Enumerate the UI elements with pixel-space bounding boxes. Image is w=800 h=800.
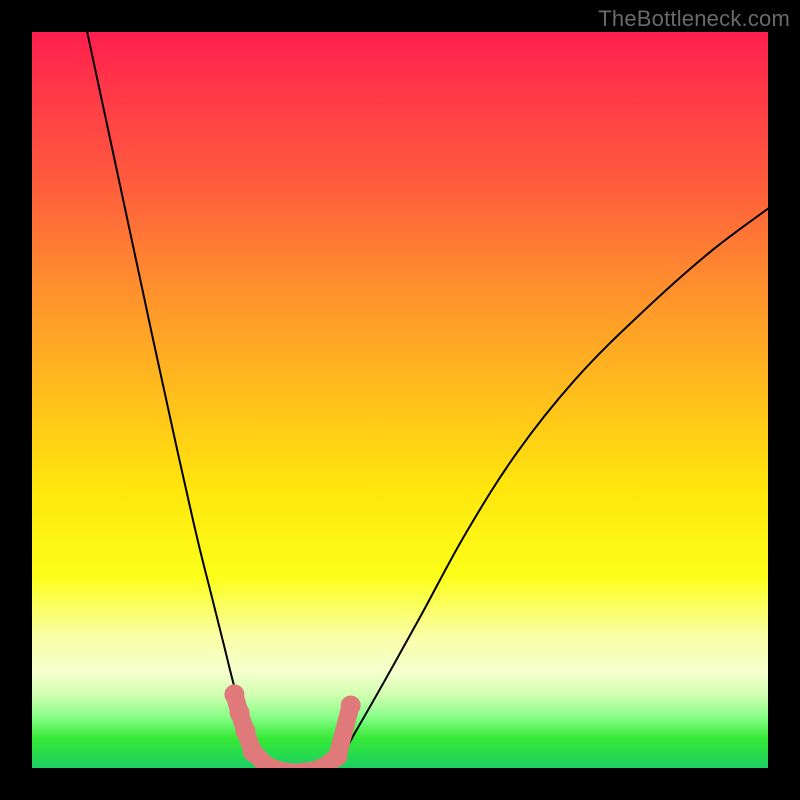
data-marker	[235, 721, 255, 741]
bottleneck-curve	[87, 32, 768, 768]
plot-area	[32, 32, 768, 768]
data-marker	[341, 695, 361, 715]
data-marker	[243, 742, 263, 762]
data-marker	[224, 684, 244, 704]
data-marker	[327, 746, 347, 766]
chart-frame: TheBottleneck.com	[0, 0, 800, 800]
data-marker	[230, 703, 250, 723]
watermark-text: TheBottleneck.com	[598, 6, 790, 32]
curve-layer	[32, 32, 768, 768]
